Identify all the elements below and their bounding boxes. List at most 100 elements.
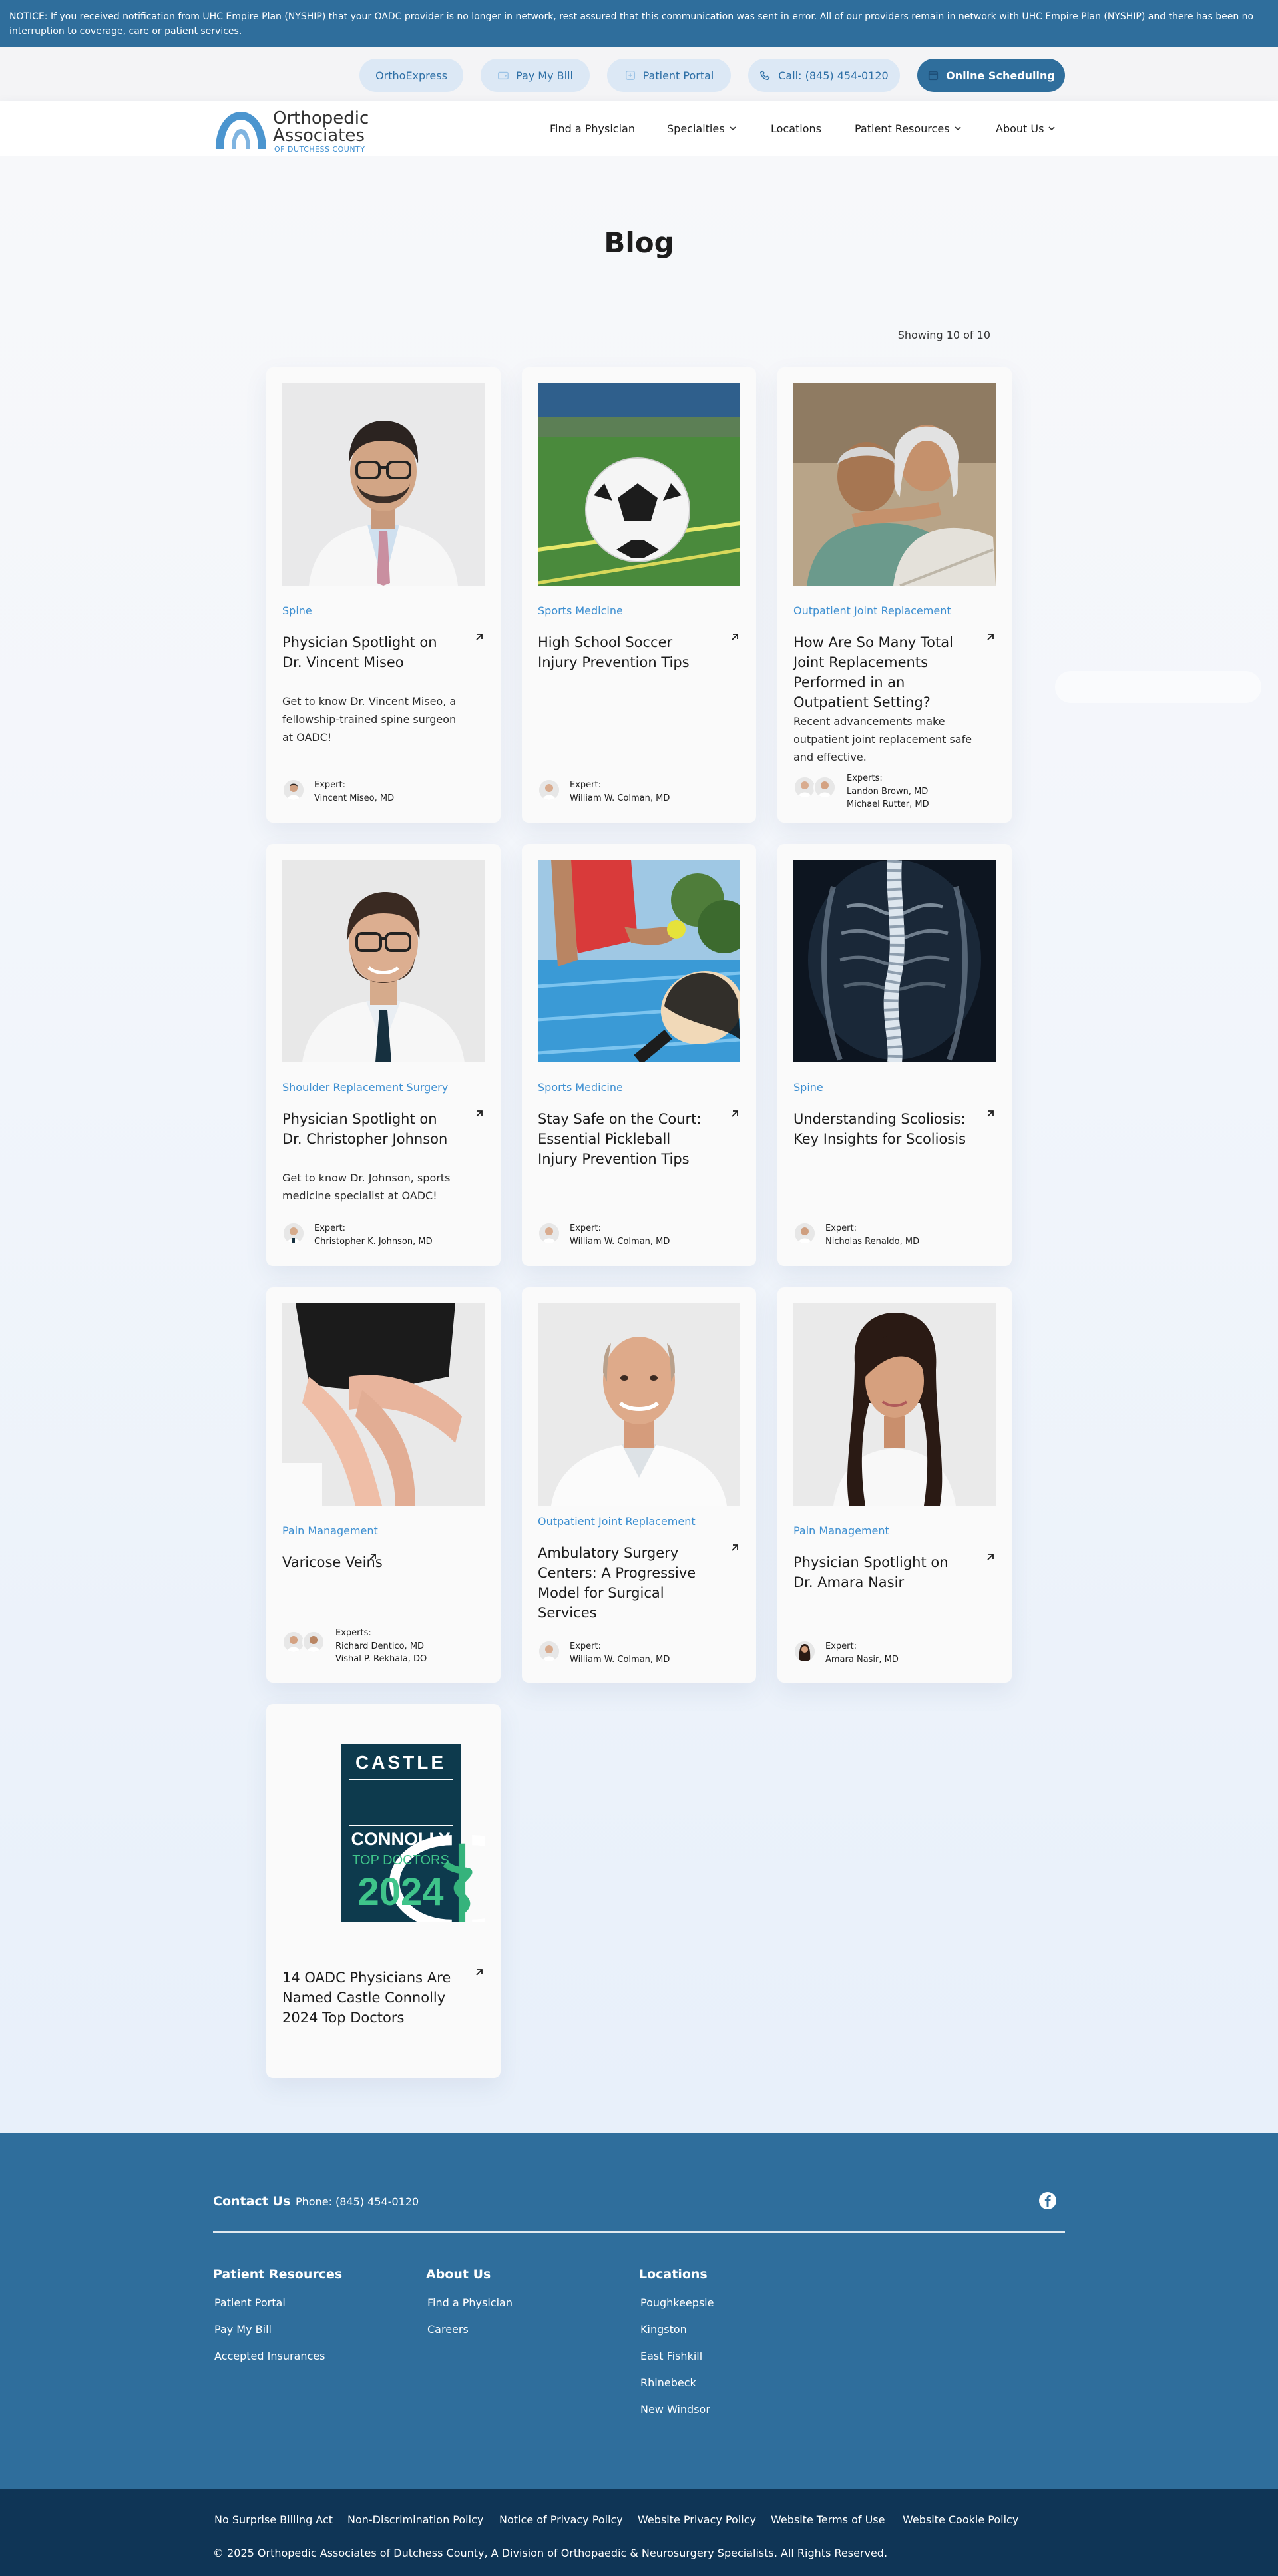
- legal-link[interactable]: No Surprise Billing Act: [214, 2513, 333, 2526]
- expert-name[interactable]: Amara Nasir, MD: [825, 1653, 899, 1666]
- nav-locations[interactable]: Locations: [771, 101, 821, 156]
- site-logo[interactable]: Orthopedic Associates OF DUTCHESS COUNTY: [213, 107, 373, 154]
- legal-link[interactable]: Website Privacy Policy: [638, 2513, 756, 2526]
- post-title[interactable]: Stay Safe on the Court: Essential Pickle…: [538, 1109, 712, 1169]
- nav-specialties-label: Specialties: [667, 122, 725, 135]
- footer-link[interactable]: Poughkeepsie: [640, 2296, 714, 2309]
- online-scheduling-button[interactable]: Online Scheduling: [917, 59, 1065, 92]
- footer-link[interactable]: Find a Physician: [427, 2296, 513, 2309]
- nav-find-physician[interactable]: Find a Physician: [550, 101, 635, 156]
- expert-label: Expert:: [314, 780, 345, 790]
- nav-patient-resources[interactable]: Patient Resources: [855, 101, 962, 156]
- arrow-up-right-icon[interactable]: [730, 1542, 740, 1553]
- arrow-up-right-icon[interactable]: [367, 1552, 378, 1562]
- expert-name[interactable]: Vishal P. Rekhala, DO: [335, 1653, 427, 1665]
- legal-link[interactable]: Non-Discrimination Policy: [347, 2513, 483, 2526]
- arrow-up-right-icon[interactable]: [730, 1108, 740, 1119]
- legal-link[interactable]: Website Cookie Policy: [903, 2513, 1018, 2526]
- arrow-up-right-icon[interactable]: [985, 1552, 996, 1562]
- footer-link[interactable]: East Fishkill: [640, 2350, 702, 2362]
- castle-connolly-badge: CASTLE CONNOLLY TOP DOCTORS 2024: [341, 1744, 485, 1922]
- post-category: Pain Management: [793, 1524, 889, 1537]
- blog-card[interactable]: Outpatient Joint Replacement How Are So …: [777, 367, 1012, 823]
- post-experts: Expert: Christopher K. Johnson, MD: [282, 1222, 495, 1254]
- badge-year: 2024: [357, 1870, 444, 1914]
- expert-name[interactable]: William W. Colman, MD: [570, 1235, 670, 1248]
- post-image: [538, 383, 740, 586]
- nav-specialties[interactable]: Specialties: [667, 101, 737, 156]
- footer-phone-link[interactable]: Phone: (845) 454-0120: [296, 2195, 419, 2208]
- blog-card[interactable]: Pain Management Varicose Veins Experts: …: [266, 1287, 501, 1683]
- blog-card[interactable]: Pain Management Physician Spotlight on D…: [777, 1287, 1012, 1683]
- blog-card[interactable]: CASTLE CONNOLLY TOP DOCTORS 2024 14 OADC…: [266, 1704, 501, 2078]
- post-category: Pain Management: [282, 1524, 378, 1537]
- post-title[interactable]: Understanding Scoliosis: Key Insights fo…: [793, 1109, 968, 1149]
- badge-line-2: CONNOLLY: [351, 1829, 451, 1849]
- footer-heading-locations: Locations: [639, 2267, 708, 2282]
- post-title[interactable]: Physician Spotlight on Dr. Amara Nasir: [793, 1552, 968, 1592]
- blog-card[interactable]: Sports Medicine High School Soccer Injur…: [522, 367, 756, 823]
- footer-contact-label: Contact Us: [213, 2194, 291, 2209]
- avatar: [282, 779, 305, 801]
- chevron-down-icon: [729, 126, 736, 131]
- post-category: Spine: [793, 1081, 823, 1094]
- footer-link[interactable]: Accepted Insurances: [214, 2350, 325, 2362]
- post-title[interactable]: Physician Spotlight on Dr. Vincent Miseo: [282, 632, 457, 672]
- footer-link[interactable]: New Windsor: [640, 2403, 710, 2416]
- expert-name[interactable]: Nicholas Renaldo, MD: [825, 1235, 919, 1248]
- blog-card[interactable]: Sports Medicine Stay Safe on the Court: …: [522, 844, 756, 1266]
- expert-name[interactable]: Landon Brown, MD: [847, 785, 928, 798]
- arrow-up-right-icon[interactable]: [730, 632, 740, 642]
- arrow-up-right-icon[interactable]: [474, 1967, 485, 1978]
- post-image: [282, 860, 485, 1062]
- post-image: CASTLE CONNOLLY TOP DOCTORS 2024: [282, 1720, 485, 1922]
- post-experts: Expert: William W. Colman, MD: [538, 779, 738, 811]
- footer-link[interactable]: Rhinebeck: [640, 2376, 696, 2389]
- arrow-up-right-icon[interactable]: [474, 1108, 485, 1119]
- avatar: [302, 1631, 325, 1653]
- legal-link[interactable]: Notice of Privacy Policy: [499, 2513, 623, 2526]
- expert-name[interactable]: William W. Colman, MD: [570, 1653, 670, 1666]
- legal-link[interactable]: Website Terms of Use: [771, 2513, 885, 2526]
- utility-bar: OrthoExpress Pay My Bill Patient Portal …: [0, 47, 1278, 101]
- footer-link[interactable]: Kingston: [640, 2323, 687, 2336]
- blog-card[interactable]: Shoulder Replacement Surgery Physician S…: [266, 844, 501, 1266]
- blog-card[interactable]: Outpatient Joint Replacement Ambulatory …: [522, 1287, 756, 1683]
- post-title[interactable]: How Are So Many Total Joint Replacements…: [793, 632, 968, 712]
- arrow-up-right-icon[interactable]: [985, 632, 996, 642]
- results-count: Showing 10 of 10: [897, 329, 990, 341]
- expert-name[interactable]: William W. Colman, MD: [570, 792, 670, 805]
- facebook-icon[interactable]: [1038, 2191, 1057, 2210]
- expert-name[interactable]: Richard Dentico, MD: [335, 1640, 424, 1653]
- logo-line-3: OF DUTCHESS COUNTY: [274, 145, 365, 154]
- expert-name[interactable]: Christopher K. Johnson, MD: [314, 1235, 433, 1248]
- nav-about-us[interactable]: About Us: [996, 101, 1056, 156]
- expert-label: Expert:: [825, 1223, 857, 1233]
- footer-link[interactable]: Pay My Bill: [214, 2323, 272, 2336]
- expert-name[interactable]: Vincent Miseo, MD: [314, 792, 394, 805]
- nav-find-physician-label: Find a Physician: [550, 122, 635, 135]
- orthoexpress-link[interactable]: OrthoExpress: [359, 59, 463, 92]
- post-title[interactable]: Physician Spotlight on Dr. Christopher J…: [282, 1109, 457, 1149]
- post-title[interactable]: Ambulatory Surgery Centers: A Progressiv…: [538, 1543, 712, 1623]
- post-image: [282, 1303, 485, 1506]
- blog-card[interactable]: Spine Physician Spotlight on Dr. Vincent…: [266, 367, 501, 823]
- post-experts: Expert: William W. Colman, MD: [538, 1640, 738, 1672]
- post-title[interactable]: 14 OADC Physicians Are Named Castle Conn…: [282, 1968, 457, 2028]
- arrow-up-right-icon[interactable]: [985, 1108, 996, 1119]
- post-excerpt: Get to know Dr. Johnson, sports medicine…: [282, 1172, 451, 1202]
- arrow-up-right-icon[interactable]: [474, 632, 485, 642]
- call-link[interactable]: Call: (845) 454-0120: [748, 59, 900, 92]
- expert-label: Experts:: [335, 1628, 371, 1638]
- footer-heading-patient-resources: Patient Resources: [213, 2267, 343, 2282]
- blog-card[interactable]: Spine Understanding Scoliosis: Key Insig…: [777, 844, 1012, 1266]
- post-experts: Expert: Nicholas Renaldo, MD: [793, 1222, 993, 1254]
- post-title[interactable]: High School Soccer Injury Prevention Tip…: [538, 632, 712, 672]
- footer-link[interactable]: Careers: [427, 2323, 469, 2336]
- avatar: [538, 779, 560, 801]
- expert-name[interactable]: Michael Rutter, MD: [847, 798, 929, 811]
- footer-link[interactable]: Patient Portal: [214, 2296, 286, 2309]
- pay-bill-link[interactable]: Pay My Bill: [481, 59, 590, 92]
- nav-about-us-label: About Us: [996, 122, 1044, 135]
- patient-portal-link[interactable]: Patient Portal: [607, 59, 731, 92]
